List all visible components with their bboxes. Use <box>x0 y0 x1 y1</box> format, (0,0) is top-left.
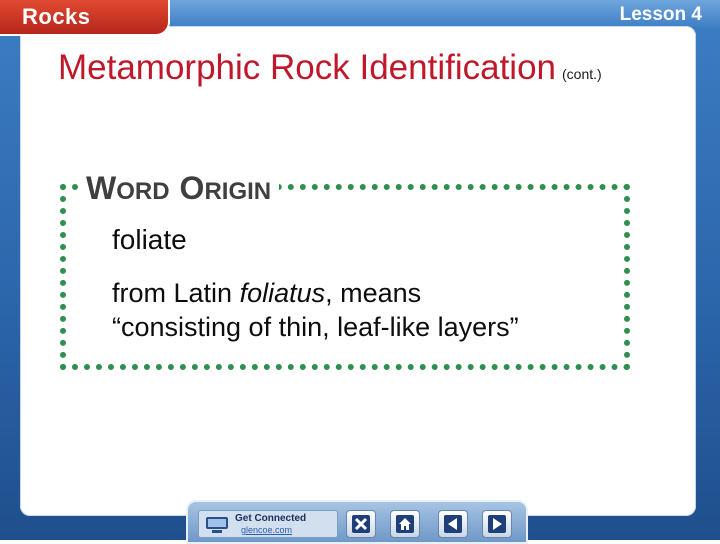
close-button[interactable] <box>346 510 376 538</box>
next-arrow-icon <box>488 515 506 533</box>
page-title-text: Metamorphic Rock Identification <box>58 48 556 87</box>
heading-w-cap: W <box>86 170 117 206</box>
definition-line2: “consisting of thin, leaf-like layers” <box>112 312 519 342</box>
heading-o-cap: O <box>179 170 205 206</box>
heading-o-rest: RIGIN <box>204 178 272 205</box>
chapter-tab: Rocks <box>0 0 170 36</box>
home-icon <box>396 515 414 533</box>
origin-term: foliate <box>112 224 187 255</box>
page-title: Metamorphic Rock Identification (cont.) <box>58 48 602 88</box>
home-button[interactable] <box>390 510 420 538</box>
get-connected-label: Get Connected <box>235 513 307 524</box>
next-button[interactable] <box>482 510 512 538</box>
chapter-tab-label: Rocks <box>22 4 91 29</box>
previous-button[interactable] <box>438 510 468 538</box>
lesson-label: Lesson 4 <box>619 4 702 25</box>
get-connected-url: glencoe.com <box>241 525 293 535</box>
definition-pre: from Latin <box>112 278 240 308</box>
definition-post: , means <box>325 278 422 308</box>
previous-arrow-icon <box>444 515 462 533</box>
heading-w-rest: ORD <box>116 178 170 205</box>
page-title-suffix: (cont.) <box>562 66 602 82</box>
origin-definition: from Latin foliatus, means “consisting of… <box>112 276 519 344</box>
word-origin-heading: WORD ORIGIN <box>78 170 280 207</box>
computer-icon <box>206 517 228 533</box>
definition-italic: foliatus <box>239 278 326 308</box>
get-connected-button[interactable]: Get Connected glencoe.com <box>198 510 338 538</box>
navigation-toolbar: Get Connected glencoe.com <box>186 500 528 544</box>
close-icon <box>352 515 370 533</box>
